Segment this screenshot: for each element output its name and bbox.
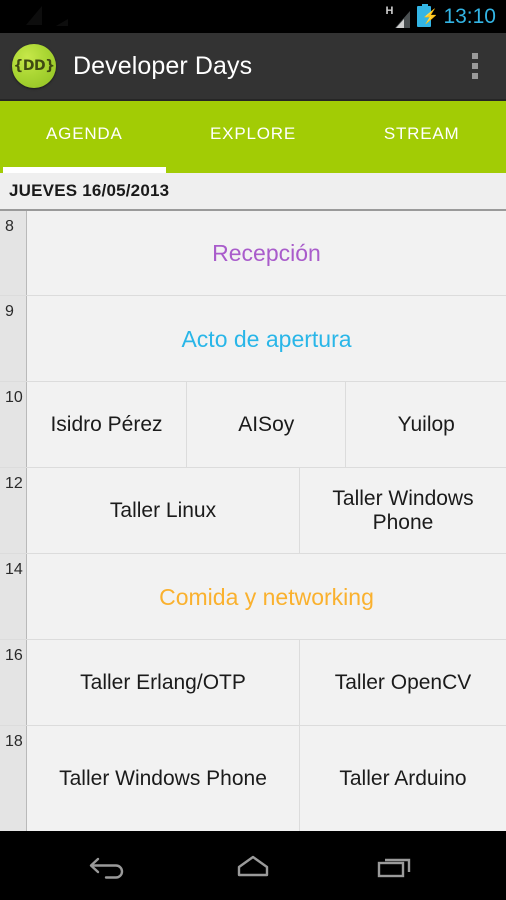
tab-agenda[interactable]: AGENDA	[0, 101, 169, 173]
agenda-row: 9 Acto de apertura	[0, 296, 506, 382]
navigation-bar	[0, 831, 506, 900]
agenda-session[interactable]: Taller Windows Phone	[300, 468, 506, 553]
agenda-slot-group: Isidro Pérez AISoy Yuilop	[27, 382, 506, 467]
agenda-slot-group: Taller Linux Taller Windows Phone	[27, 468, 506, 553]
home-icon[interactable]	[217, 842, 289, 890]
date-header-label: JUEVES 16/05/2013	[9, 181, 170, 200]
status-bar: H ⚡ 13:10	[0, 0, 506, 33]
agenda-row: 16 Taller Erlang/OTP Taller OpenCV	[0, 640, 506, 726]
network-type-label: H	[385, 4, 394, 17]
tab-agenda-label: AGENDA	[46, 124, 123, 143]
agenda-grid[interactable]: 8 Recepción 9 Acto de apertura 10 Isidro Pére…	[0, 211, 506, 831]
agenda-session[interactable]: Acto de apertura	[27, 296, 506, 381]
agenda-session[interactable]: Taller Arduino	[300, 726, 506, 831]
agenda-session[interactable]: AISoy	[186, 382, 347, 467]
status-bar-clock: 13:10	[443, 5, 496, 28]
tab-bar: AGENDA EXPLORE STREAM	[0, 101, 506, 173]
agenda-session[interactable]: Yuilop	[346, 382, 506, 467]
overflow-menu-icon[interactable]	[460, 44, 490, 88]
agenda-slot-group: Acto de apertura	[27, 296, 506, 381]
hour-label: 14	[0, 554, 27, 639]
notification-ghost-icon	[26, 6, 72, 26]
app-title: Developer Days	[73, 51, 253, 80]
agenda-row: 8 Recepción	[0, 211, 506, 296]
android-screen: H ⚡ 13:10 {DD} Developer Days AGENDA EXP…	[0, 0, 506, 900]
back-icon[interactable]	[75, 842, 147, 890]
agenda-session[interactable]: Taller Linux	[27, 468, 301, 553]
agenda-session[interactable]: Recepción	[27, 211, 506, 295]
date-header: JUEVES 16/05/2013	[0, 173, 506, 211]
agenda-slot-group: Recepción	[27, 211, 506, 295]
action-bar: {DD} Developer Days	[0, 33, 506, 101]
overflow-dot	[472, 53, 478, 59]
battery-charging-icon: ⚡	[417, 4, 439, 27]
agenda-session[interactable]: Isidro Pérez	[27, 382, 187, 467]
hour-label: 18	[0, 726, 27, 831]
hour-label: 8	[0, 211, 27, 295]
agenda-row: 14 Comida y networking	[0, 554, 506, 640]
hour-label: 12	[0, 468, 27, 553]
tab-explore-label: EXPLORE	[210, 124, 296, 143]
hour-label: 9	[0, 296, 27, 381]
agenda-slot-group: Comida y networking	[27, 554, 506, 639]
signal-bars-icon: H	[385, 4, 411, 28]
tab-explore[interactable]: EXPLORE	[169, 101, 338, 173]
agenda-row: 10 Isidro Pérez AISoy Yuilop	[0, 382, 506, 468]
recents-icon[interactable]	[359, 842, 431, 890]
agenda-session[interactable]: Taller Windows Phone	[27, 726, 301, 831]
agenda-session[interactable]: Comida y networking	[27, 554, 506, 639]
app-logo-label: {DD}	[13, 58, 55, 74]
hour-label: 16	[0, 640, 27, 725]
agenda-session[interactable]: Taller OpenCV	[300, 640, 506, 725]
agenda-row: 12 Taller Linux Taller Windows Phone	[0, 468, 506, 554]
agenda-session[interactable]: Taller Erlang/OTP	[27, 640, 301, 725]
tab-stream[interactable]: STREAM	[337, 101, 506, 173]
battery-bolt-glyph: ⚡	[421, 8, 439, 24]
agenda-slot-group: Taller Windows Phone Taller Arduino	[27, 726, 506, 831]
overflow-dot	[472, 63, 478, 69]
overflow-dot	[472, 73, 478, 79]
app-logo-icon[interactable]: {DD}	[12, 44, 56, 88]
tab-stream-label: STREAM	[383, 124, 460, 143]
agenda-slot-group: Taller Erlang/OTP Taller OpenCV	[27, 640, 506, 725]
agenda-row: 18 Taller Windows Phone Taller Arduino	[0, 726, 506, 831]
hour-label: 10	[0, 382, 27, 467]
